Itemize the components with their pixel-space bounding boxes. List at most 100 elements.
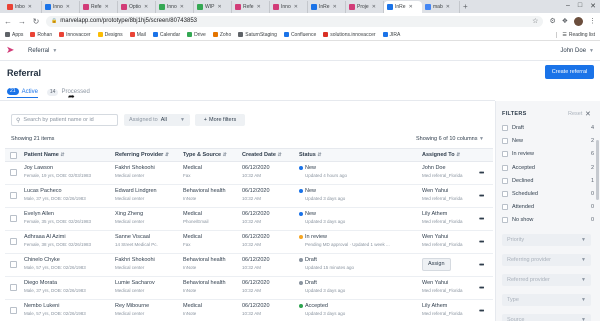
close-icon[interactable]: ✕ bbox=[585, 110, 591, 118]
row-actions-icon[interactable]: ••• bbox=[479, 239, 484, 246]
table-row[interactable]: Joy Lawson Female, 19 yrs, DOB: 02/03/198… bbox=[5, 162, 493, 185]
bookmark-item[interactable]: Zoho bbox=[212, 32, 231, 38]
browser-tab[interactable]: mab ✕ bbox=[422, 1, 460, 13]
bookmark-item[interactable]: JIRA bbox=[382, 32, 400, 38]
bookmark-item[interactable]: solutions.innovaccer bbox=[323, 32, 376, 38]
table-row[interactable]: Diego Morata Male, 37 yrs, DOB: 02/26/198… bbox=[5, 277, 493, 300]
filter-dropdown[interactable]: Priority ▼ bbox=[502, 234, 591, 246]
browser-tab[interactable]: Optio ✕ bbox=[118, 1, 156, 13]
row-checkbox[interactable] bbox=[10, 261, 17, 268]
col-header-status[interactable]: Status ⇵ bbox=[299, 152, 322, 159]
row-actions-icon[interactable]: ••• bbox=[479, 308, 484, 315]
col-header-date[interactable]: Created Date ⇵ bbox=[242, 152, 282, 159]
row-actions-icon[interactable]: ••• bbox=[479, 262, 484, 269]
scrollbar-thumb[interactable] bbox=[596, 140, 599, 200]
col-header-type[interactable]: Type & Source ⇵ bbox=[183, 152, 227, 159]
minimize-icon[interactable]: – bbox=[566, 2, 570, 10]
filter-checkbox[interactable] bbox=[502, 138, 508, 145]
module-switcher[interactable]: Referral ▼ bbox=[28, 48, 57, 54]
col-header-provider[interactable]: Referring Provider ⇵ bbox=[115, 152, 169, 159]
extensions-icon[interactable]: ⚙ bbox=[549, 17, 555, 25]
status-filter-option[interactable]: Draft 4 bbox=[502, 123, 594, 133]
star-icon[interactable]: ☆ bbox=[532, 17, 538, 25]
back-icon[interactable]: ← bbox=[4, 17, 12, 26]
filter-checkbox[interactable] bbox=[502, 177, 508, 184]
puzzle-icon[interactable]: ❖ bbox=[562, 17, 568, 25]
row-actions-icon[interactable]: ••• bbox=[479, 216, 484, 223]
row-checkbox[interactable] bbox=[10, 192, 17, 199]
tab-close-icon[interactable]: ✕ bbox=[446, 4, 450, 10]
filters-reset-button[interactable]: Reset bbox=[568, 111, 582, 117]
tab-close-icon[interactable]: ✕ bbox=[217, 4, 221, 10]
filter-checkbox[interactable] bbox=[502, 217, 508, 224]
bookmark-item[interactable]: Innovaccer bbox=[59, 32, 91, 38]
status-filter-option[interactable]: No show 0 bbox=[502, 215, 594, 225]
status-filter-option[interactable]: New 2 bbox=[502, 136, 594, 146]
filter-checkbox[interactable] bbox=[502, 151, 508, 158]
bookmark-item[interactable]: Drive bbox=[187, 32, 206, 38]
more-filters-button[interactable]: + More filters bbox=[195, 114, 245, 126]
status-filter-option[interactable]: Accepted 2 bbox=[502, 163, 594, 173]
bookmark-item[interactable]: Rohan bbox=[30, 32, 52, 38]
forward-icon[interactable]: → bbox=[18, 17, 26, 26]
search-input[interactable]: ⚲ Search by patient name or id bbox=[11, 114, 118, 126]
reading-list-button[interactable]: ☰ Reading list bbox=[556, 31, 595, 38]
address-bar[interactable]: 🔒 marvelapp.com/prototype/8bj1hj5/screen… bbox=[46, 15, 544, 27]
bookmark-item[interactable]: Calendar bbox=[152, 32, 180, 38]
row-checkbox[interactable] bbox=[10, 284, 17, 291]
close-window-icon[interactable]: ✕ bbox=[590, 2, 596, 10]
table-row[interactable]: Nembo Lukeni Male, 57 yrs, DOB: 02/26/198… bbox=[5, 300, 493, 321]
table-row[interactable]: Evelyn Allen Female, 35 yrs, DOB: 02/26/1… bbox=[5, 208, 493, 231]
row-checkbox[interactable] bbox=[10, 215, 17, 222]
table-row[interactable]: Chinelo Chyke Male, 57 yrs, DOB: 02/26/19… bbox=[5, 254, 493, 277]
filter-dropdown[interactable]: Referring provider ▼ bbox=[502, 254, 591, 266]
browser-tab[interactable]: InRe ✕ bbox=[308, 1, 346, 13]
maximize-icon[interactable]: □ bbox=[578, 2, 582, 10]
browser-tab[interactable]: WIP ✕ bbox=[194, 1, 232, 13]
browser-tab[interactable]: Inbo ✕ bbox=[4, 1, 42, 13]
status-filter-option[interactable]: Attended 0 bbox=[502, 202, 594, 212]
tab-close-icon[interactable]: ✕ bbox=[28, 4, 32, 10]
tab-close-icon[interactable]: ✕ bbox=[105, 4, 109, 10]
bookmark-item[interactable]: Mail bbox=[129, 32, 146, 38]
browser-tab[interactable]: Inno ✕ bbox=[270, 1, 308, 13]
status-filter-option[interactable]: In review 6 bbox=[502, 149, 594, 159]
bookmark-item[interactable]: SaturnStaging bbox=[238, 32, 277, 38]
row-checkbox[interactable] bbox=[10, 307, 17, 314]
browser-tab[interactable]: Proje ✕ bbox=[346, 1, 384, 13]
tab-close-icon[interactable]: ✕ bbox=[66, 4, 70, 10]
tab-close-icon[interactable]: ✕ bbox=[180, 4, 184, 10]
filter-checkbox[interactable] bbox=[502, 125, 508, 131]
row-checkbox[interactable] bbox=[10, 169, 17, 176]
bookmark-item[interactable]: Apps bbox=[5, 32, 23, 38]
status-filter-option[interactable]: Declined 1 bbox=[502, 176, 594, 186]
col-header-patient[interactable]: Patient Name ⇵ bbox=[24, 152, 65, 159]
create-referral-button[interactable]: Create referral bbox=[545, 65, 594, 79]
row-actions-icon[interactable]: ••• bbox=[479, 170, 484, 177]
tab-close-icon[interactable]: ✕ bbox=[144, 4, 148, 10]
tab-close-icon[interactable]: ✕ bbox=[372, 4, 376, 10]
filter-dropdown[interactable]: Referred provider ▼ bbox=[502, 274, 591, 286]
filter-dropdown[interactable]: Type ▼ bbox=[502, 294, 591, 306]
browser-tab[interactable]: Inno ✕ bbox=[42, 1, 80, 13]
profile-avatar[interactable] bbox=[574, 16, 583, 26]
row-checkbox[interactable] bbox=[10, 238, 17, 245]
filter-checkbox[interactable] bbox=[502, 164, 508, 171]
filter-dropdown[interactable]: Source ▼ bbox=[502, 314, 591, 321]
bookmark-item[interactable]: Confluence bbox=[283, 32, 316, 38]
column-selector[interactable]: Showing 6 of 10 columns ▼ bbox=[416, 136, 484, 142]
tab-close-icon[interactable]: ✕ bbox=[409, 4, 413, 10]
tab-close-icon[interactable]: ✕ bbox=[333, 4, 337, 10]
tab-active[interactable]: 21 Active bbox=[7, 86, 38, 98]
status-filter-option[interactable]: Scheduled 0 bbox=[502, 189, 594, 199]
filter-checkbox[interactable] bbox=[502, 204, 508, 211]
user-menu[interactable]: John Doe ▼ bbox=[560, 48, 594, 54]
new-tab-icon[interactable]: + bbox=[463, 2, 468, 11]
browser-tab[interactable]: Inno ✕ bbox=[156, 1, 194, 13]
table-row[interactable]: Adhraaa Al Azimi Female, 38 yrs, DOB: 02/… bbox=[5, 231, 493, 254]
bookmark-item[interactable]: Designs bbox=[97, 32, 123, 38]
reload-icon[interactable]: ↻ bbox=[32, 17, 40, 26]
browser-tab[interactable]: InRe ✕ bbox=[384, 1, 422, 13]
select-all-checkbox[interactable] bbox=[10, 152, 17, 159]
menu-kebab-icon[interactable]: ⋮ bbox=[589, 17, 596, 25]
